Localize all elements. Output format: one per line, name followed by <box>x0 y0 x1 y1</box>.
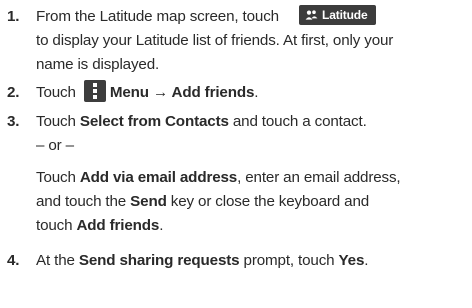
instruction-document: 1. From the Latitude map screen, touch L… <box>0 0 472 308</box>
step-text-line: At the Send sharing requests prompt, tou… <box>36 249 368 273</box>
step-text: . <box>159 217 164 234</box>
step-text-line: Touch Add via email address, enter an em… <box>36 166 401 190</box>
step-text: and touch the <box>36 193 131 210</box>
step-text: . <box>254 84 259 101</box>
step-text: and touch a contact. <box>228 113 367 130</box>
menu-icon <box>83 80 106 103</box>
step-text-line: From the Latitude map screen, touch Lati… <box>36 5 376 29</box>
step-number: 3. <box>7 113 20 130</box>
step-text: Touch <box>36 169 80 186</box>
bold-term: Add friends <box>76 217 160 234</box>
step-text-line: Touch Select from Contacts and touch a c… <box>36 110 367 134</box>
step-text: At the <box>36 252 79 269</box>
step-text: Touch <box>36 84 76 101</box>
bold-term: Add via email address <box>79 169 238 186</box>
menu-path: Menu → Add friends <box>109 84 255 101</box>
step-text-line: name is displayed. <box>36 56 160 73</box>
step-text: touch <box>36 217 77 234</box>
people-icon <box>305 10 318 20</box>
bold-term: Send sharing requests <box>78 252 240 269</box>
step-text: prompt, touch <box>239 252 339 269</box>
step-text: . <box>364 252 369 269</box>
step-text-line: Touch Menu → Add friends. <box>36 80 259 105</box>
step-number: 1. <box>7 8 20 25</box>
step-text-line: to display your Latitude list of friends… <box>36 32 394 49</box>
bold-term: Send <box>130 193 167 210</box>
step-number: 4. <box>7 252 20 269</box>
step-text: Touch <box>36 113 80 130</box>
bold-term: Yes <box>338 252 365 269</box>
step-text-line: and touch the Send key or close the keyb… <box>36 190 369 214</box>
step-number: 2. <box>7 84 20 101</box>
bold-term: Select from Contacts <box>79 113 229 130</box>
or-separator: – or – <box>36 137 74 154</box>
step-text: key or close the keyboard and <box>166 193 370 210</box>
latitude-button: Latitude <box>299 5 376 26</box>
latitude-button-label: Latitude <box>322 8 368 23</box>
step-text: From the Latitude map screen, touch <box>36 8 279 25</box>
step-text: , enter an email address, <box>237 169 401 186</box>
step-text-line: touch Add friends. <box>36 214 163 238</box>
